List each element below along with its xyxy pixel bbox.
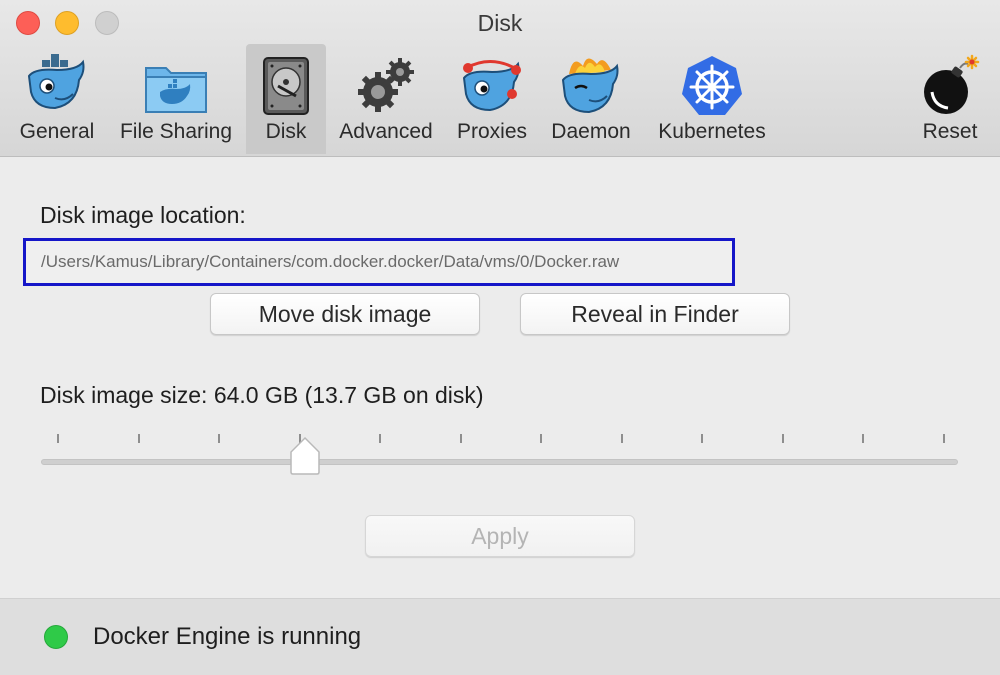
disk-size-slider-ticks (0, 434, 1000, 444)
slider-tick (862, 434, 865, 443)
tab-kubernetes[interactable]: Kubernetes (646, 44, 778, 154)
tab-reset[interactable]: Reset (910, 44, 990, 154)
disk-image-size-label: Disk image size: 64.0 GB (13.7 GB on dis… (40, 382, 484, 408)
status-bar: Docker Engine is running (0, 598, 1000, 675)
hard-disk-icon (263, 57, 309, 115)
tab-general[interactable]: General (10, 44, 104, 154)
move-disk-image-button[interactable]: Move disk image (210, 293, 480, 335)
tab-proxies-label: Proxies (456, 120, 528, 143)
disk-size-slider-thumb[interactable] (289, 436, 321, 476)
reveal-in-finder-button[interactable]: Reveal in Finder (520, 293, 790, 335)
tab-advanced-label: Advanced (339, 120, 433, 143)
window-title: Disk (477, 10, 523, 36)
disk-image-location-label: Disk image location: (40, 202, 246, 228)
folder-whale-icon (145, 67, 207, 113)
slider-tick (781, 434, 784, 443)
slider-tick (620, 434, 623, 443)
tab-disk[interactable]: Disk (246, 44, 326, 154)
tab-proxies[interactable]: Proxies (448, 44, 536, 154)
docker-whale-icon (27, 54, 85, 110)
tab-daemon[interactable]: Daemon (542, 44, 640, 154)
docker-preferences-window: Disk General File Sharing Disk Advanced … (0, 0, 1000, 675)
daemon-whale-icon (561, 58, 619, 114)
disk-image-path-field[interactable]: /Users/Kamus/Library/Containers/com.dock… (23, 238, 735, 286)
kubernetes-helm-icon (682, 56, 742, 115)
gears-icon (358, 58, 414, 112)
engine-status-indicator (44, 625, 68, 649)
slider-tick (218, 434, 221, 443)
tab-daemon-label: Daemon (551, 120, 631, 143)
slider-tick (459, 434, 462, 443)
tab-advanced[interactable]: Advanced (330, 44, 442, 154)
title-bar: Disk General File Sharing Disk Advanced … (0, 0, 1000, 157)
tab-kubernetes-label: Kubernetes (658, 120, 766, 143)
proxy-whale-icon (462, 60, 521, 112)
slider-tick (379, 434, 382, 443)
tab-file-sharing[interactable]: File Sharing (110, 44, 242, 154)
engine-status-text: Docker Engine is running (93, 623, 362, 650)
apply-button[interactable]: Apply (365, 515, 635, 557)
tab-general-label: General (19, 120, 95, 143)
slider-tick (943, 434, 945, 443)
tab-reset-label: Reset (922, 120, 978, 143)
disk-size-slider-track[interactable] (41, 459, 958, 465)
slider-tick (540, 434, 543, 443)
tab-disk-label: Disk (265, 120, 307, 143)
slider-tick (701, 434, 704, 443)
tab-file-sharing-label: File Sharing (119, 120, 233, 143)
slider-tick (137, 434, 140, 443)
bomb-icon (924, 54, 980, 114)
slider-tick (57, 434, 59, 443)
